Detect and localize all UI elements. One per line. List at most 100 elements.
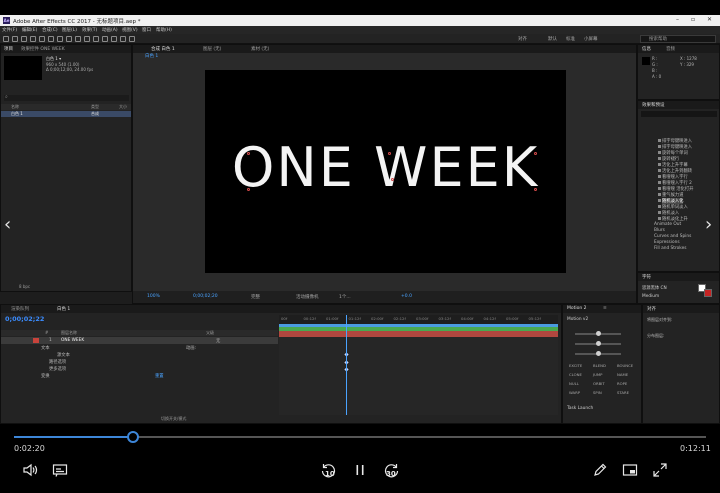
pause-icon[interactable] [352, 462, 368, 478]
tab-project[interactable]: 项目 [4, 46, 13, 52]
home-tool-icon[interactable] [3, 36, 9, 42]
timeline-tracks[interactable]: 00f 00:12f 01:00f 01:12f 02:00f 02:12f 03:00f 0… [279, 315, 558, 415]
prop-row[interactable]: 源文本 [1, 351, 278, 358]
seek-bar-thumb[interactable] [126, 431, 139, 443]
project-search-input[interactable]: ⌕ [4, 94, 129, 101]
rectangle-tool-icon[interactable] [66, 36, 72, 42]
workspace-standard[interactable]: 标准 [566, 36, 575, 42]
font-style-select[interactable]: Medium [642, 294, 659, 299]
tab-motion[interactable]: Motion 2 [567, 306, 587, 311]
workspace-small-screen[interactable]: 小屏幕 [584, 36, 598, 42]
column-type[interactable]: 类型 [91, 104, 99, 110]
pan-behind-tool-icon[interactable] [57, 36, 63, 42]
column-size[interactable]: 大小 [119, 104, 127, 110]
viewer-breadcrumb[interactable]: 白色 1 [145, 53, 158, 59]
help-search-input[interactable]: 搜索帮助 [640, 35, 716, 43]
prop-row[interactable]: 路径选项 [1, 358, 278, 365]
menu-window[interactable]: 窗口 [142, 27, 151, 33]
effects-search-input[interactable] [641, 111, 717, 117]
camera-tool-icon[interactable] [48, 36, 54, 42]
tab-effect-controls[interactable]: 效果控件 ONE WEEK [21, 46, 65, 52]
exposure-value[interactable]: +0.0 [401, 294, 412, 299]
composition-canvas[interactable]: ONE WEEK [205, 70, 566, 273]
next-arrow-icon[interactable]: › [705, 215, 712, 235]
prop-row[interactable]: 变换 重置 [1, 372, 278, 379]
task-launch-select[interactable]: Task Launch [567, 406, 593, 411]
time-ruler[interactable]: 00f 00:12f 01:00f 01:12f 02:00f 02:12f 03:00f 0… [279, 315, 558, 324]
text-anchor-handle[interactable] [247, 188, 250, 191]
zoom-tool-icon[interactable] [30, 36, 36, 42]
menu-help[interactable]: 帮助(H) [156, 27, 172, 33]
rotate-tool-icon[interactable] [39, 36, 45, 42]
pen-icon[interactable] [592, 462, 608, 478]
layer-label-color[interactable] [33, 338, 39, 343]
motion-button-clone[interactable]: CLONE [569, 372, 582, 377]
workspace-align[interactable]: 对齐 [518, 36, 527, 42]
text-anchor-handle[interactable] [534, 152, 537, 155]
align-panel-title[interactable]: 对齐 [647, 306, 656, 312]
motion-slider[interactable] [575, 331, 621, 336]
tab-audio[interactable]: 音频 [666, 46, 675, 52]
menu-layer[interactable]: 图层(L) [62, 27, 77, 33]
previous-arrow-icon[interactable]: ‹ [4, 215, 11, 235]
prop-transform[interactable]: 变换 [41, 373, 50, 379]
fullscreen-icon[interactable] [652, 462, 668, 478]
tab-timeline-comp[interactable]: 白色 1 [57, 306, 70, 312]
effects-folder[interactable]: Curves and Spins [654, 234, 691, 239]
minimize-icon[interactable]: – [676, 16, 679, 23]
menu-file[interactable]: 文件(F) [2, 27, 17, 33]
motion-button-stare[interactable]: STARE [617, 390, 629, 395]
tab-info[interactable]: 信息 [642, 46, 651, 52]
rewind-10-icon[interactable]: 10 [320, 462, 336, 478]
miniplayer-icon[interactable] [622, 462, 638, 478]
motion-preset-select[interactable]: Motion v2 [567, 317, 588, 322]
motion-button-warp[interactable]: WARP [569, 390, 580, 395]
motion-button-jump[interactable]: JUMP [593, 372, 602, 377]
effects-folder[interactable]: Blurs [654, 228, 665, 233]
text-anchor-handle[interactable] [247, 152, 250, 155]
motion-slider[interactable] [575, 341, 621, 346]
stroke-color-swatch[interactable] [704, 289, 712, 297]
volume-icon[interactable] [22, 462, 38, 478]
motion-button-rope[interactable]: ROPE [617, 381, 627, 386]
layer-name[interactable]: ONE WEEK [61, 338, 84, 343]
hand-tool-icon[interactable] [21, 36, 27, 42]
subtitles-icon[interactable] [52, 462, 68, 478]
prop-row[interactable]: 文本 动画: [1, 344, 278, 351]
maximize-icon[interactable]: ▫ [691, 16, 695, 23]
forward-30-icon[interactable]: 30 [384, 462, 400, 478]
layer-duration-bar[interactable] [279, 331, 558, 337]
effects-panel-title[interactable]: 效果和预设 [642, 102, 665, 108]
timeline-timecode[interactable]: 0;00;02;22 [5, 315, 44, 323]
effects-folder[interactable]: Expressions [654, 240, 680, 245]
puppet-tool-icon[interactable] [129, 36, 135, 42]
timeline-layer[interactable]: 1 ONE WEEK 无 [1, 337, 278, 344]
font-family-select[interactable]: 思源黑体 CN [642, 285, 667, 291]
clone-tool-icon[interactable] [102, 36, 108, 42]
motion-button-null[interactable]: NULL [569, 381, 579, 386]
toggle-switches-modes[interactable]: 切换开关/模式 [161, 416, 186, 422]
motion-button-blend[interactable]: BLEND [593, 363, 606, 368]
selection-tool-icon[interactable] [12, 36, 18, 42]
views-select[interactable]: 1个... [339, 294, 351, 300]
motion-button-orbit[interactable]: ORBIT [593, 381, 605, 386]
eraser-tool-icon[interactable] [111, 36, 117, 42]
resolution-select[interactable]: 完整 [251, 294, 260, 300]
roto-tool-icon[interactable] [120, 36, 126, 42]
canvas-text[interactable]: ONE WEEK [205, 138, 566, 198]
seek-bar[interactable] [14, 431, 706, 443]
motion-button-bounce[interactable]: BOUNCE [617, 363, 633, 368]
motion-button-excite[interactable]: EXCITE [569, 363, 582, 368]
effects-folder[interactable]: Animate Out [654, 222, 681, 227]
menu-view[interactable]: 视图(V) [122, 27, 138, 33]
text-anchor-handle[interactable] [391, 178, 394, 181]
tab-composition[interactable]: 合成 白色 1 [151, 46, 175, 52]
char-panel-title[interactable]: 字符 [642, 274, 651, 280]
effects-folder[interactable]: Fill and Strokes [654, 246, 687, 251]
motion-button-spin[interactable]: SPIN [593, 390, 602, 395]
project-row[interactable]: 白色 1 合成 [1, 111, 131, 117]
column-name[interactable]: 名称 [11, 104, 19, 110]
reset-link[interactable]: 重置 [155, 373, 164, 379]
menu-composition[interactable]: 合成(C) [42, 27, 58, 33]
menu-animation[interactable]: 动画(A) [102, 27, 118, 33]
